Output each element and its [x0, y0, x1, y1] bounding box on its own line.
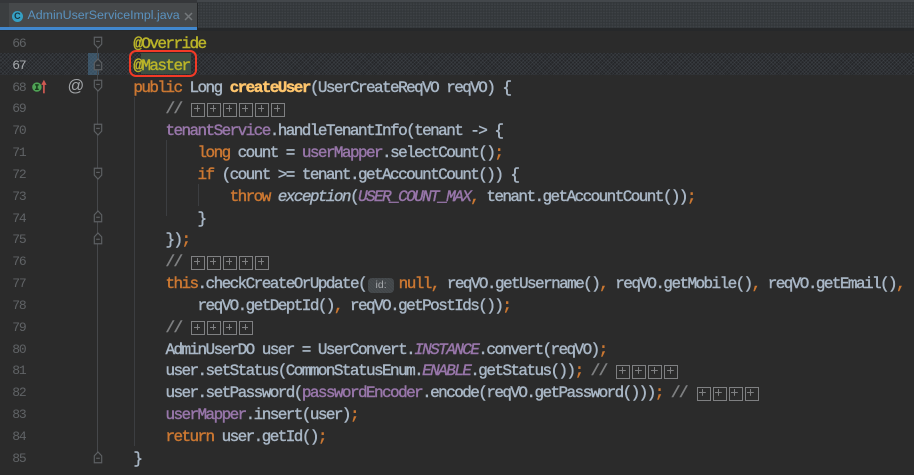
svg-text:@: @	[67, 78, 83, 95]
